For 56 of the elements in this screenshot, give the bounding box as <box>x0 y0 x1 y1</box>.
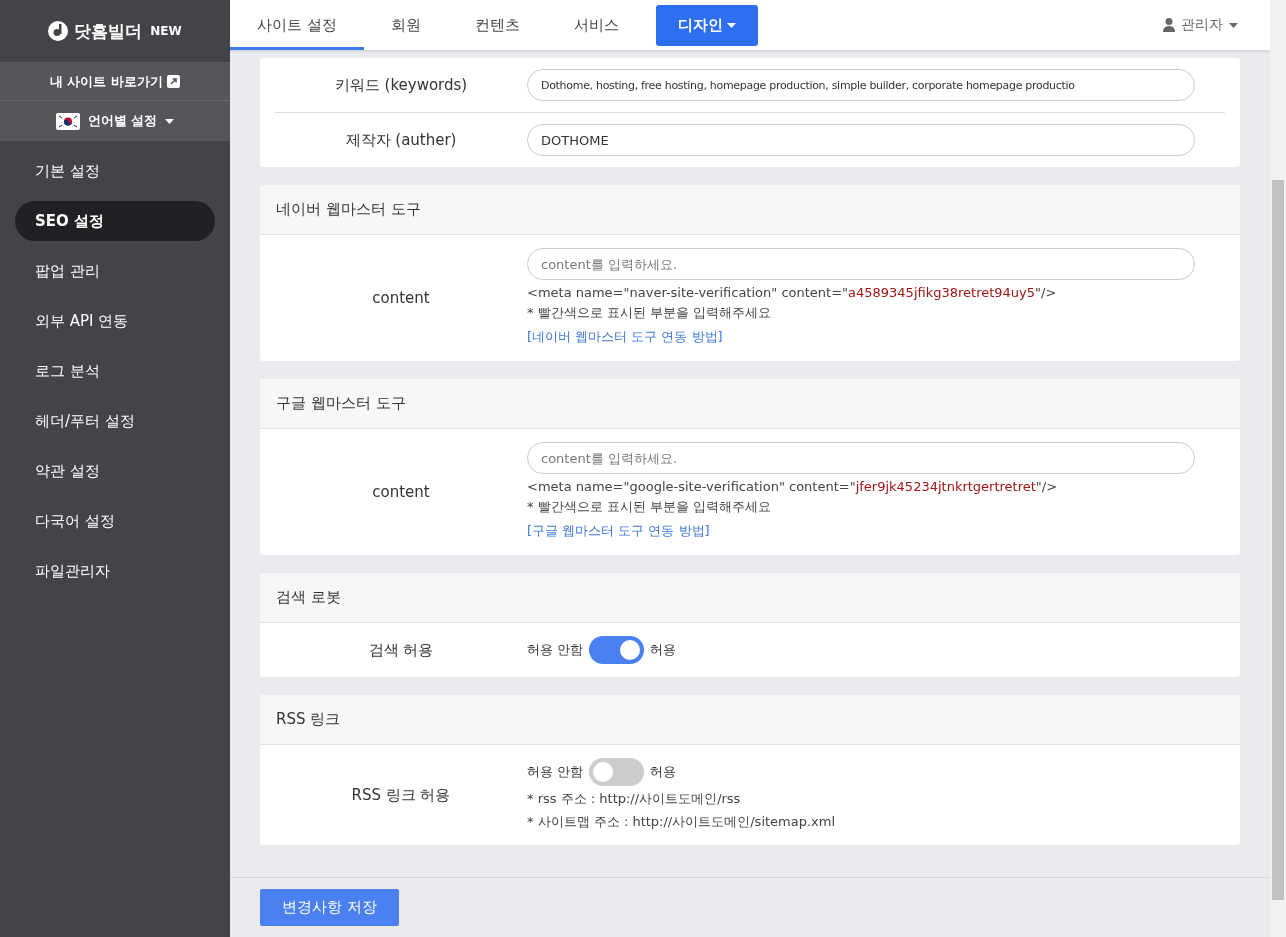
content-input[interactable]: content를 입력하세요. <box>527 442 1195 474</box>
field-label: 제작자 (auther) <box>344 130 458 150</box>
off-label: 허용 안함 <box>527 763 584 781</box>
hint-text: * 사이트맵 주소 : http://사이트도메인/sitemap.xml <box>527 813 837 831</box>
card-title: 검색 로봇 <box>260 573 1240 623</box>
field-label: 키워드 (keywords) <box>333 75 469 95</box>
field-label: RSS 링크 허용 <box>350 785 452 805</box>
site-link[interactable]: 내 사이트 바로가기 <box>0 63 230 101</box>
sidebar-item[interactable]: 파일관리자 <box>15 551 215 591</box>
brand-label: NEW <box>150 24 182 38</box>
meta-tag-text: <meta name="naver-site-verification" content="a4589345jfikg38retret94uy5"/> <box>527 284 1058 302</box>
sidebar-item[interactable]: 외부 API 연동 <box>15 301 215 341</box>
off-label: 허용 안함 <box>527 641 584 659</box>
hint-text: * 빨간색으로 표시된 부분을 입력해주세요 <box>527 304 773 322</box>
caret-icon <box>1229 22 1238 28</box>
text-input[interactable]: DOTHOME <box>527 124 1195 156</box>
save-button[interactable]: 변경사항 저장 <box>260 889 399 926</box>
card-title: RSS 링크 <box>260 695 1240 745</box>
caret-icon <box>165 118 175 124</box>
logo-icon <box>48 21 69 41</box>
hint-text: * rss 주소 : http://사이트도메인/rss <box>527 790 742 808</box>
user-menu[interactable]: 관리자 <box>1163 16 1238 34</box>
brand-name: 닷홈빌더 <box>74 19 143 43</box>
hint-text: * 빨간색으로 표시된 부분을 입력해주세요 <box>527 498 773 516</box>
user-icon <box>1163 18 1175 32</box>
field-label: 검색 허용 <box>367 640 435 660</box>
nav-tab[interactable]: 서비스 <box>546 0 646 50</box>
meta-tag-text: <meta name="google-site-verification" content="jfer9jk45234jtnkrtgertretret"/> <box>527 478 1059 496</box>
nav-tab[interactable]: 컨텐츠 <box>447 0 547 50</box>
design-dropdown-button[interactable]: 디자인 <box>655 4 758 46</box>
toggle-switch[interactable] <box>589 636 645 664</box>
nav-tab[interactable]: 회원 <box>363 0 448 50</box>
language-dropdown[interactable]: 언어별 설정 <box>0 101 230 141</box>
on-label: 허용 <box>650 763 677 781</box>
text-input[interactable]: Dothome, hosting, free hosting, homepage production, simple builder, corporate homepage productio <box>527 69 1195 101</box>
content-input[interactable]: content를 입력하세요. <box>527 248 1195 280</box>
flag-icon <box>55 112 80 130</box>
card-title: 구글 웹마스터 도구 <box>260 379 1240 429</box>
sidebar-item[interactable]: 다국어 설정 <box>15 501 215 541</box>
caret-icon <box>726 22 736 28</box>
guide-link[interactable]: [네이버 웹마스터 도구 연동 방법] <box>527 326 723 348</box>
sidebar-item[interactable]: 약관 설정 <box>15 451 215 491</box>
external-link-icon <box>167 75 181 88</box>
sidebar-item[interactable]: 로그 분석 <box>15 351 215 391</box>
nav-tab[interactable]: 사이트 설정 <box>230 0 364 50</box>
toggle-switch[interactable] <box>589 758 645 786</box>
on-label: 허용 <box>650 641 677 659</box>
sidebar-item[interactable]: 기본 설정 <box>15 151 215 191</box>
sidebar-item[interactable]: 팝업 관리 <box>15 251 215 291</box>
field-label: content <box>371 483 431 501</box>
sidebar-item[interactable]: 헤더/푸터 설정 <box>15 401 215 441</box>
guide-link[interactable]: [구글 웹마스터 도구 연동 방법] <box>527 520 710 542</box>
scroll-bar[interactable] <box>1270 0 1286 937</box>
field-label: content <box>371 289 431 307</box>
sidebar-item[interactable]: SEO 설정 <box>15 201 215 241</box>
card-title: 네이버 웹마스터 도구 <box>260 185 1240 235</box>
